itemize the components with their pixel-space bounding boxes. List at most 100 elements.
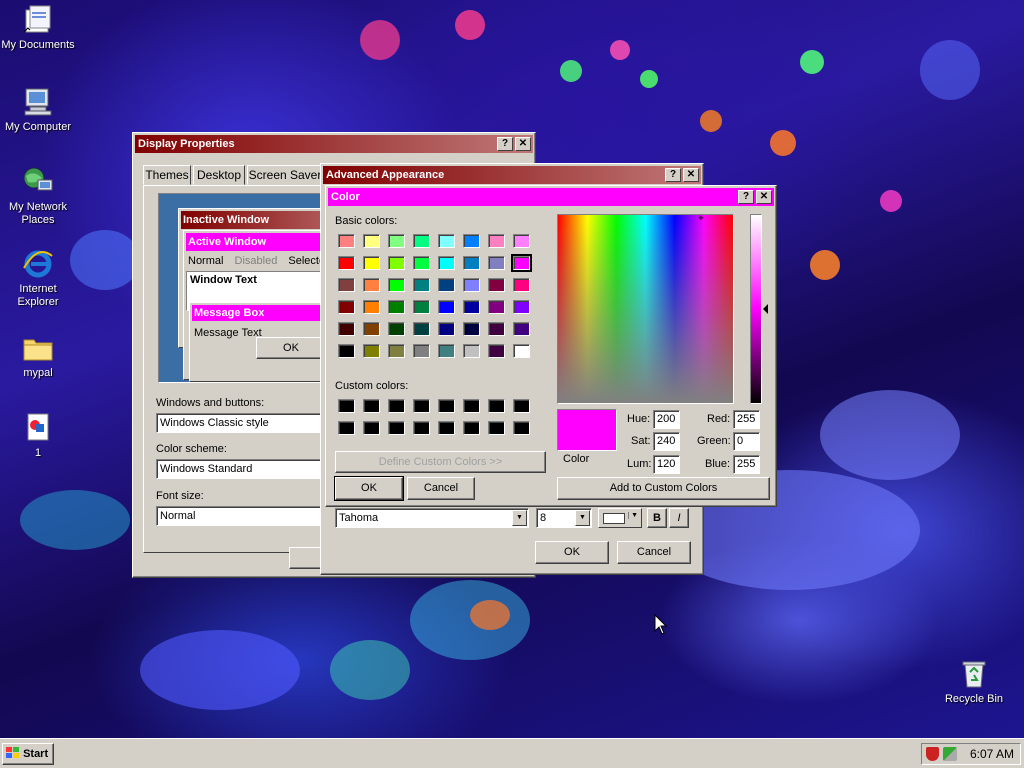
close-button[interactable]: ✕ bbox=[515, 137, 531, 151]
custom-color-swatch[interactable] bbox=[388, 399, 405, 413]
network-tray-icon[interactable] bbox=[943, 747, 957, 761]
basic-color-swatch[interactable] bbox=[463, 322, 480, 336]
luminance-bar[interactable] bbox=[750, 214, 762, 404]
basic-color-swatch[interactable] bbox=[488, 344, 505, 358]
basic-color-swatch[interactable] bbox=[463, 300, 480, 314]
clock[interactable]: 6:07 AM bbox=[970, 747, 1014, 761]
basic-color-swatch[interactable] bbox=[388, 234, 405, 248]
basic-color-swatch[interactable] bbox=[413, 344, 430, 358]
basic-color-swatch[interactable] bbox=[438, 344, 455, 358]
basic-color-swatch[interactable] bbox=[513, 322, 530, 336]
custom-color-swatch[interactable] bbox=[338, 421, 355, 435]
font-size-select[interactable]: Normal bbox=[156, 506, 336, 526]
basic-color-swatch[interactable] bbox=[488, 234, 505, 248]
basic-color-swatch[interactable] bbox=[363, 344, 380, 358]
display-properties-titlebar[interactable]: Display Properties ? ✕ bbox=[135, 135, 533, 153]
custom-color-swatch[interactable] bbox=[488, 399, 505, 413]
basic-color-swatch[interactable] bbox=[413, 322, 430, 336]
basic-color-swatch[interactable] bbox=[363, 256, 380, 270]
basic-color-swatch[interactable] bbox=[488, 322, 505, 336]
basic-color-swatch[interactable] bbox=[513, 234, 530, 248]
font-dropdown-arrow-icon[interactable]: ▼ bbox=[512, 510, 527, 526]
advanced-ok-button[interactable]: OK bbox=[535, 541, 609, 564]
basic-color-swatch[interactable] bbox=[338, 256, 355, 270]
custom-color-swatch[interactable] bbox=[513, 399, 530, 413]
basic-color-swatch[interactable] bbox=[438, 322, 455, 336]
custom-color-swatch[interactable] bbox=[488, 421, 505, 435]
basic-color-swatch[interactable] bbox=[388, 344, 405, 358]
start-button[interactable]: Start bbox=[2, 743, 54, 765]
lum-input[interactable]: 120 bbox=[653, 455, 680, 474]
font-color-picker[interactable]: ▼ bbox=[598, 508, 642, 528]
bold-button[interactable]: B bbox=[647, 508, 667, 528]
windows-buttons-select[interactable]: Windows Classic style bbox=[156, 413, 336, 433]
basic-color-swatch[interactable] bbox=[413, 234, 430, 248]
my-documents-icon[interactable]: My Documents bbox=[1, 4, 75, 52]
my-network-places-icon[interactable]: My Network Places bbox=[1, 166, 75, 227]
custom-color-swatch[interactable] bbox=[363, 399, 380, 413]
custom-color-swatch[interactable] bbox=[388, 421, 405, 435]
tab-themes[interactable]: Themes bbox=[143, 165, 191, 185]
basic-color-swatch[interactable] bbox=[488, 300, 505, 314]
add-to-custom-colors-button[interactable]: Add to Custom Colors bbox=[557, 477, 770, 500]
advanced-close-button[interactable]: ✕ bbox=[683, 168, 699, 182]
basic-color-swatch[interactable] bbox=[438, 234, 455, 248]
help-button[interactable]: ? bbox=[497, 137, 513, 151]
basic-color-swatch[interactable] bbox=[463, 234, 480, 248]
tab-desktop[interactable]: Desktop bbox=[193, 165, 245, 185]
color-dialog-titlebar[interactable]: Color ? ✕ bbox=[328, 188, 774, 206]
hue-input[interactable]: 200 bbox=[653, 410, 680, 429]
basic-color-swatch[interactable] bbox=[463, 344, 480, 358]
custom-color-swatch[interactable] bbox=[413, 421, 430, 435]
define-custom-colors-button[interactable]: Define Custom Colors >> bbox=[335, 451, 546, 473]
basic-color-swatch[interactable] bbox=[413, 300, 430, 314]
basic-color-swatch[interactable] bbox=[463, 278, 480, 292]
color-close-button[interactable]: ✕ bbox=[756, 190, 772, 204]
basic-color-swatch[interactable] bbox=[513, 344, 530, 358]
basic-color-swatch[interactable] bbox=[488, 278, 505, 292]
color-dialog[interactable]: Color ? ✕ Basic colors: Custom colors: D… bbox=[325, 185, 777, 507]
color-ok-button[interactable]: OK bbox=[334, 476, 404, 501]
basic-color-swatch[interactable] bbox=[388, 278, 405, 292]
tab-screen-saver[interactable]: Screen Saver bbox=[247, 165, 323, 185]
basic-color-swatch[interactable] bbox=[438, 300, 455, 314]
basic-color-swatch[interactable] bbox=[338, 322, 355, 336]
recycle-bin-icon[interactable]: Recycle Bin bbox=[937, 658, 1011, 706]
mypal-folder-icon[interactable]: mypal bbox=[1, 332, 75, 380]
basic-color-swatch[interactable] bbox=[363, 278, 380, 292]
basic-color-swatch[interactable] bbox=[513, 278, 530, 292]
basic-color-swatch[interactable] bbox=[363, 234, 380, 248]
basic-color-swatch[interactable] bbox=[338, 234, 355, 248]
custom-color-swatch[interactable] bbox=[413, 399, 430, 413]
custom-color-swatch[interactable] bbox=[438, 399, 455, 413]
file-1-icon[interactable]: 1 bbox=[1, 412, 75, 460]
custom-color-swatch[interactable] bbox=[338, 399, 355, 413]
basic-color-swatch[interactable] bbox=[388, 256, 405, 270]
basic-color-swatch[interactable] bbox=[388, 300, 405, 314]
internet-explorer-icon[interactable]: Internet Explorer bbox=[1, 248, 75, 309]
basic-color-swatch[interactable] bbox=[513, 300, 530, 314]
basic-color-swatch[interactable] bbox=[338, 278, 355, 292]
basic-color-swatch[interactable] bbox=[438, 256, 455, 270]
size-dropdown-arrow-icon[interactable]: ▼ bbox=[575, 510, 590, 526]
basic-color-swatch[interactable] bbox=[463, 256, 480, 270]
advanced-appearance-titlebar[interactable]: Advanced Appearance ? ✕ bbox=[323, 166, 701, 184]
basic-color-swatch[interactable] bbox=[413, 256, 430, 270]
security-shield-icon[interactable] bbox=[926, 747, 939, 761]
font-select[interactable]: Tahoma ▼ bbox=[335, 508, 529, 528]
green-input[interactable]: 0 bbox=[733, 432, 760, 451]
custom-color-swatch[interactable] bbox=[363, 421, 380, 435]
custom-color-swatch[interactable] bbox=[438, 421, 455, 435]
color-scheme-select[interactable]: Windows Standard bbox=[156, 459, 336, 479]
font-size-advanced-select[interactable]: 8 ▼ bbox=[536, 508, 592, 528]
italic-button[interactable]: I bbox=[669, 508, 689, 528]
advanced-help-button[interactable]: ? bbox=[665, 168, 681, 182]
basic-color-swatch[interactable] bbox=[338, 300, 355, 314]
basic-color-swatch[interactable] bbox=[413, 278, 430, 292]
basic-color-swatch[interactable] bbox=[338, 344, 355, 358]
basic-color-swatch[interactable] bbox=[438, 278, 455, 292]
basic-color-swatch[interactable] bbox=[388, 322, 405, 336]
luminance-pointer-icon[interactable] bbox=[763, 304, 768, 314]
red-input[interactable]: 255 bbox=[733, 410, 760, 429]
advanced-cancel-button[interactable]: Cancel bbox=[617, 541, 691, 564]
